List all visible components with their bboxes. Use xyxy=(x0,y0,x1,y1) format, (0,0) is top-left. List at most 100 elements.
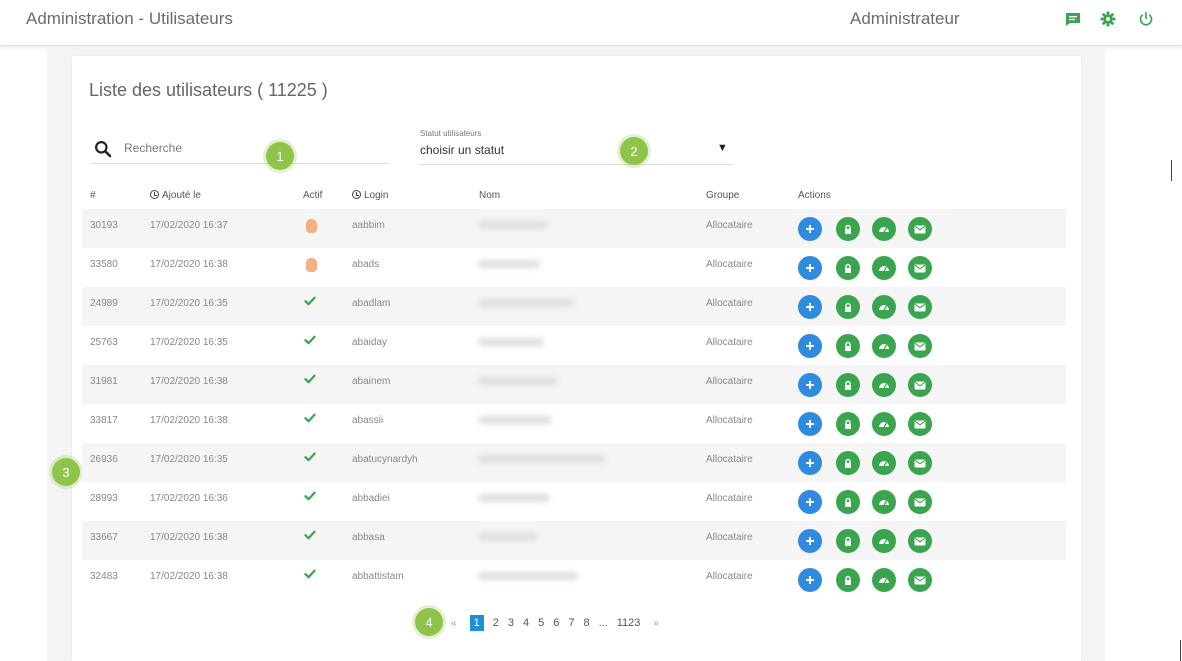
dashboard-button[interactable] xyxy=(872,490,896,514)
user-group: Allocataire xyxy=(706,532,753,543)
plus-icon xyxy=(805,575,815,585)
email-button[interactable] xyxy=(908,373,932,397)
check-icon xyxy=(304,374,316,387)
email-button[interactable] xyxy=(908,217,932,241)
gear-icon[interactable] xyxy=(1099,10,1117,28)
check-icon xyxy=(304,569,316,582)
dashboard-button[interactable] xyxy=(872,217,896,241)
status-select[interactable]: choisir un statut ▼ xyxy=(420,140,732,165)
page-link[interactable]: 3 xyxy=(508,617,514,629)
table-row: 33817 17/02/2020 16:38 abassii Allocataire xyxy=(82,404,1066,443)
power-icon[interactable] xyxy=(1137,10,1155,28)
details-button[interactable] xyxy=(798,529,822,553)
status-filter-label: Statut utilisateurs xyxy=(420,129,482,138)
lock-button[interactable] xyxy=(836,529,860,553)
user-login: abadlam xyxy=(352,298,391,309)
page-link[interactable]: 6 xyxy=(553,617,559,629)
email-button[interactable] xyxy=(908,568,932,592)
page-link[interactable]: 1123 xyxy=(617,617,641,629)
column-header-added-label: Ajouté le xyxy=(162,190,201,201)
chat-icon[interactable] xyxy=(1064,10,1082,28)
page-link[interactable]: 2 xyxy=(493,617,499,629)
table-row: 32483 17/02/2020 16:38 abbattistam Allocata… xyxy=(82,560,1066,599)
details-button[interactable] xyxy=(798,373,822,397)
email-button[interactable] xyxy=(908,529,932,553)
user-group: Allocataire xyxy=(706,259,753,270)
dashboard-icon xyxy=(878,224,890,234)
details-button[interactable] xyxy=(798,334,822,358)
plus-icon xyxy=(805,341,815,351)
lock-icon xyxy=(843,536,853,547)
details-button[interactable] xyxy=(798,451,822,475)
column-header-login[interactable]: Login xyxy=(352,190,388,201)
details-button[interactable] xyxy=(798,568,822,592)
edge-mark-bottom xyxy=(1180,640,1181,661)
user-name-redacted xyxy=(478,572,578,580)
table-row: 26936 17/02/2020 16:35 abatucynardyh Alloca… xyxy=(82,443,1066,482)
list-title: Liste des utilisateurs ( 11225 ) xyxy=(89,80,328,100)
step-badge-2: 2 xyxy=(620,137,648,165)
user-login: abbasa xyxy=(352,532,385,543)
email-button[interactable] xyxy=(908,295,932,319)
next-page-link[interactable]: » xyxy=(653,618,659,629)
mail-icon xyxy=(914,420,926,429)
dashboard-icon xyxy=(878,497,890,507)
dashboard-button[interactable] xyxy=(872,334,896,358)
lock-button[interactable] xyxy=(836,490,860,514)
user-login: abatucynardyh xyxy=(352,454,418,465)
lock-button[interactable] xyxy=(836,451,860,475)
prev-page-link[interactable]: « xyxy=(451,618,457,629)
dashboard-button[interactable] xyxy=(872,373,896,397)
email-button[interactable] xyxy=(908,451,932,475)
details-button[interactable] xyxy=(798,217,822,241)
dashboard-icon xyxy=(878,419,890,429)
lock-button[interactable] xyxy=(836,334,860,358)
lock-button[interactable] xyxy=(836,217,860,241)
email-button[interactable] xyxy=(908,334,932,358)
dashboard-button[interactable] xyxy=(872,256,896,280)
lock-button[interactable] xyxy=(836,412,860,436)
user-name-redacted xyxy=(478,533,538,541)
email-button[interactable] xyxy=(908,256,932,280)
user-name-redacted xyxy=(478,338,544,346)
page-link[interactable]: 4 xyxy=(523,617,529,629)
dashboard-icon xyxy=(878,536,890,546)
page-link[interactable]: 1 xyxy=(469,615,484,631)
user-added-date: 17/02/2020 16:35 xyxy=(150,454,228,465)
search-input[interactable] xyxy=(124,141,374,155)
page-link[interactable]: 7 xyxy=(568,617,574,629)
dashboard-button[interactable] xyxy=(872,295,896,319)
table-row: 30193 17/02/2020 16:37 aabbim Allocataire xyxy=(82,209,1066,248)
details-button[interactable] xyxy=(798,256,822,280)
status-select-value: choisir un statut xyxy=(420,143,505,157)
user-group: Allocataire xyxy=(706,220,753,231)
details-button[interactable] xyxy=(798,412,822,436)
email-button[interactable] xyxy=(908,490,932,514)
lock-button[interactable] xyxy=(836,256,860,280)
mail-icon xyxy=(914,342,926,351)
dashboard-button[interactable] xyxy=(872,529,896,553)
table-row: 33580 17/02/2020 16:38 abads Allocataire xyxy=(82,248,1066,287)
column-header-added[interactable]: Ajouté le xyxy=(150,190,201,201)
user-login: aabbim xyxy=(352,220,385,231)
dashboard-button[interactable] xyxy=(872,451,896,475)
details-button[interactable] xyxy=(798,490,822,514)
user-id: 33580 xyxy=(90,259,118,270)
user-added-date: 17/02/2020 16:37 xyxy=(150,220,228,231)
email-button[interactable] xyxy=(908,412,932,436)
dashboard-button[interactable] xyxy=(872,568,896,592)
details-button[interactable] xyxy=(798,295,822,319)
lock-button[interactable] xyxy=(836,373,860,397)
page-link[interactable]: 8 xyxy=(583,617,589,629)
lock-icon xyxy=(843,302,853,313)
user-name-redacted xyxy=(478,455,606,463)
user-group: Allocataire xyxy=(706,415,753,426)
table-row: 25763 17/02/2020 16:35 abaiday Allocataire xyxy=(82,326,1066,365)
mail-icon xyxy=(914,459,926,468)
mail-icon xyxy=(914,381,926,390)
dashboard-button[interactable] xyxy=(872,412,896,436)
dashboard-icon xyxy=(878,302,890,312)
lock-button[interactable] xyxy=(836,295,860,319)
page-link[interactable]: 5 xyxy=(538,617,544,629)
lock-button[interactable] xyxy=(836,568,860,592)
